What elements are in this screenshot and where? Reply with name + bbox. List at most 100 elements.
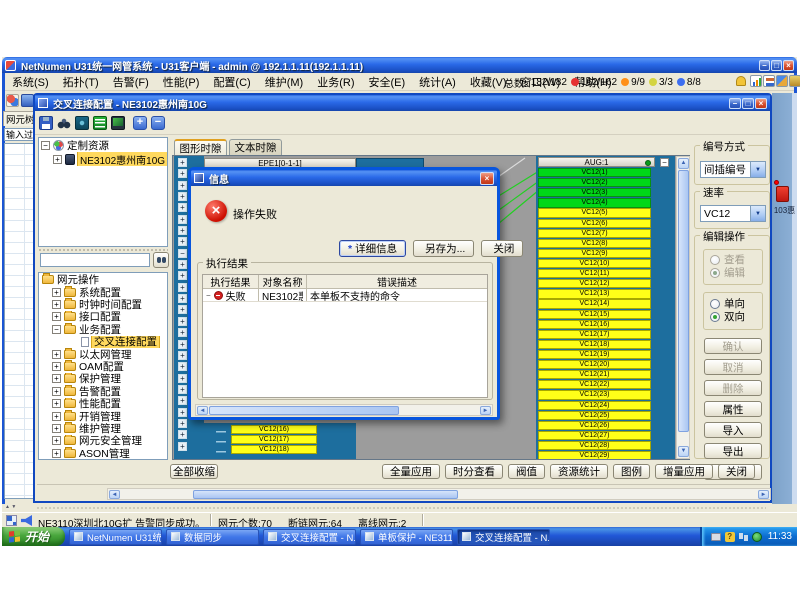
op-tree-item[interactable]: − 业务配置 (39, 323, 167, 335)
timeslot-cell[interactable]: VC12(19) (538, 350, 651, 359)
favorites-panel-icon[interactable] (789, 75, 800, 87)
canvas-vscrollbar[interactable]: ▲ ▼ (676, 156, 690, 459)
tree-expand-icon[interactable]: + (52, 424, 61, 433)
bottom-action-button[interactable]: 全量应用 (382, 464, 440, 479)
scroll-thumb[interactable] (678, 170, 689, 432)
taskbar-task[interactable]: 交叉连接配置 - N... (457, 529, 550, 545)
tree-search-button[interactable] (153, 252, 169, 268)
timeslot-cell[interactable]: VC12(2) (538, 178, 651, 187)
op-tree-item[interactable]: + 维护管理 (39, 422, 167, 434)
radio-option[interactable]: 编辑 (710, 266, 762, 279)
alarm-count[interactable]: 3/3 (649, 77, 673, 88)
column-header[interactable]: 错误描述 (307, 275, 487, 288)
op-tree-item[interactable]: + ASON管理 (39, 447, 167, 459)
menu-item[interactable]: 告警(F) (106, 72, 156, 92)
bottom-action-button[interactable]: 增量应用 (655, 464, 713, 479)
timeslot-cell[interactable]: VC12(14) (538, 299, 651, 308)
tree-expand-icon[interactable]: + (52, 312, 61, 321)
clock-icon[interactable] (752, 532, 762, 542)
chevron-down-icon[interactable]: ▼ (750, 162, 765, 177)
taskbar-task[interactable]: 单板保护 - NE311... (360, 529, 453, 545)
topology-panel-icon[interactable] (776, 75, 788, 87)
op-tree-item[interactable]: + 网元安全管理 (39, 435, 167, 447)
alarm-bell-icon[interactable] (736, 76, 746, 86)
performance-panel-icon[interactable] (763, 75, 775, 87)
tree-expand-icon[interactable]: + (52, 350, 61, 359)
menu-item[interactable]: 统计(A) (412, 72, 463, 92)
table-row[interactable]: − 失败 NE3102惠... 本单板不支持的命令 (203, 289, 487, 302)
scroll-left-arrow[interactable]: ◄ (109, 490, 120, 499)
numbering-select[interactable]: 间插编号 ▼ (700, 161, 766, 178)
scroll-right-arrow[interactable]: ► (758, 490, 769, 499)
timeslot-tab[interactable]: 图形时隙 (174, 139, 227, 156)
edit-action-button[interactable]: 确认 (704, 338, 762, 354)
alarm-count[interactable]: 162/162 (571, 77, 617, 88)
tree-expand-icon[interactable]: + (52, 449, 61, 458)
timeslot-cell[interactable]: VC12(22) (538, 380, 651, 389)
scroll-thumb[interactable] (193, 490, 458, 499)
tree-expand-icon[interactable]: − (52, 325, 61, 334)
legend-icon[interactable] (93, 116, 107, 130)
bottom-action-button[interactable]: 阀值 (508, 464, 545, 479)
scroll-up-arrow[interactable]: ▲ (678, 158, 689, 169)
start-button[interactable]: 开始 (2, 527, 65, 546)
edit-action-button[interactable]: 属性 (704, 401, 762, 417)
op-tree-item[interactable]: + 性能配置 (39, 398, 167, 410)
menu-item[interactable]: 性能(P) (156, 72, 207, 92)
timeslot-cell[interactable]: VC12(29) (538, 451, 651, 459)
edit-action-button[interactable]: 取消 (704, 359, 762, 375)
dialog-close-button[interactable]: × (480, 172, 494, 185)
scroll-right-arrow[interactable]: ► (480, 406, 491, 415)
child-minimize-button[interactable]: – (729, 98, 741, 109)
main-close-button[interactable]: × (783, 60, 794, 71)
edit-action-button[interactable]: 导出 (704, 443, 762, 459)
aug-header[interactable]: AUG:1 (538, 157, 655, 167)
alarm-count[interactable]: 9/9 (621, 77, 645, 88)
form-hscrollbar[interactable]: ◄ ► (107, 488, 771, 500)
save-icon[interactable] (39, 116, 53, 130)
timeslot-cell[interactable]: VC12(16) (231, 425, 317, 434)
op-tree-item[interactable]: + 开销管理 (39, 410, 167, 422)
tree-expand-icon[interactable]: + (52, 300, 61, 309)
timeslot-cell[interactable]: VC12(26) (538, 421, 651, 430)
timeslot-cell[interactable]: VC12(28) (538, 441, 651, 450)
row-expander[interactable]: − (206, 291, 211, 300)
tree-collapse-icon[interactable]: − (41, 141, 50, 150)
main-toolbar-icon-1[interactable] (6, 94, 19, 107)
timeslot-tab[interactable]: 文本时隙 (229, 139, 282, 155)
op-tree-item[interactable]: + 时钟时间配置 (39, 298, 167, 310)
tree-expand-icon[interactable]: + (52, 362, 61, 371)
printer-icon[interactable] (711, 533, 721, 541)
topology-scroll-strip[interactable] (792, 93, 797, 504)
timeslot-cell[interactable]: VC12(24) (538, 401, 651, 410)
timeslot-cell[interactable]: VC12(5) (538, 208, 651, 217)
taskbar-task[interactable]: 交叉连接配置 - N... (263, 529, 356, 545)
op-tree-item[interactable]: + 系统配置 (39, 286, 167, 298)
op-tree-item[interactable]: + 以太网管理 (39, 348, 167, 360)
timeslot-cell[interactable]: VC12(15) (538, 310, 651, 319)
network-icon[interactable] (739, 533, 748, 541)
timeslot-cell[interactable]: VC12(18) (231, 445, 317, 454)
tree-expand-icon[interactable]: + (52, 436, 61, 445)
collapse-all-button[interactable]: 全部收缩 (170, 464, 218, 479)
timeslot-cell[interactable]: VC12(8) (538, 239, 651, 248)
screen-icon[interactable] (111, 116, 125, 130)
timeslot-cell[interactable]: VC12(23) (538, 390, 651, 399)
timeslot-cell[interactable]: VC12(25) (538, 411, 651, 420)
bottom-action-button[interactable]: 时分查看 (445, 464, 503, 479)
child-close-button[interactable]: × (755, 98, 767, 109)
radio-option[interactable]: 双向 (710, 310, 762, 323)
aug-collapse-box[interactable]: − (660, 158, 669, 167)
ne-topology-icon[interactable] (776, 186, 789, 202)
zoom-in-button[interactable]: + (133, 116, 147, 130)
menu-item[interactable]: 业务(R) (310, 72, 361, 92)
scroll-left-arrow[interactable]: ◄ (197, 406, 208, 415)
tree-filter-input[interactable] (40, 253, 150, 267)
column-header[interactable]: 执行结果 (203, 275, 259, 288)
edit-action-button[interactable]: 导入 (704, 422, 762, 438)
timeslot-cell[interactable]: VC12(11) (538, 269, 651, 278)
timeslot-cell[interactable]: VC12(13) (538, 289, 651, 298)
op-tree-item[interactable]: + 告警配置 (39, 385, 167, 397)
splitter-arrows-icon[interactable]: ▲ ▼ (5, 504, 16, 510)
menu-item[interactable]: 拓扑(T) (56, 72, 106, 92)
